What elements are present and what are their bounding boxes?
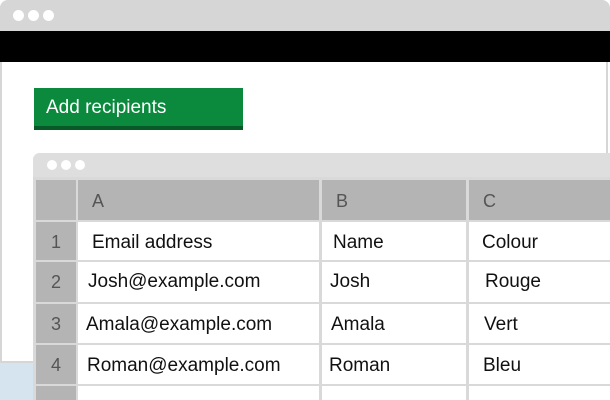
row-header-4[interactable]: 4 bbox=[36, 345, 76, 384]
column-header-c[interactable]: C bbox=[469, 180, 610, 220]
cell-a4[interactable]: Roman@example.com bbox=[78, 345, 319, 384]
illustration: Add recipients A B C 1 Email address Nam… bbox=[0, 0, 610, 400]
window-control-dot-icon[interactable] bbox=[47, 160, 57, 170]
add-recipients-button[interactable]: Add recipients bbox=[34, 88, 243, 130]
cell-c2[interactable]: Rouge bbox=[469, 262, 610, 302]
cell-c3[interactable]: Vert bbox=[469, 304, 610, 343]
cell-c4[interactable]: Bleu bbox=[469, 345, 610, 384]
browser-toolbar bbox=[0, 31, 610, 62]
spreadsheet-grid: A B C 1 Email address Name Colour 2 Josh… bbox=[33, 177, 610, 400]
select-all-corner[interactable] bbox=[36, 180, 76, 220]
row-header-1[interactable]: 1 bbox=[36, 222, 76, 260]
add-recipients-label: Add recipients bbox=[46, 97, 167, 118]
cell-b2[interactable]: Josh bbox=[322, 262, 466, 302]
window-control-dot-icon[interactable] bbox=[13, 10, 24, 21]
cell-a1[interactable]: Email address bbox=[78, 222, 319, 260]
browser-titlebar bbox=[0, 0, 610, 31]
column-header-b[interactable]: B bbox=[322, 180, 466, 220]
row-header-5[interactable] bbox=[36, 386, 76, 400]
window-control-dot-icon[interactable] bbox=[28, 10, 39, 21]
row-header-3[interactable]: 3 bbox=[36, 304, 76, 343]
cell-a5[interactable] bbox=[78, 386, 319, 400]
window-control-dot-icon[interactable] bbox=[61, 160, 71, 170]
cell-c1[interactable]: Colour bbox=[469, 222, 610, 260]
cell-a2[interactable]: Josh@example.com bbox=[78, 262, 319, 302]
column-header-a[interactable]: A bbox=[78, 180, 319, 220]
window-control-dot-icon[interactable] bbox=[75, 160, 85, 170]
cell-c5[interactable] bbox=[469, 386, 610, 400]
cell-b3[interactable]: Amala bbox=[322, 304, 466, 343]
cell-b4[interactable]: Roman bbox=[322, 345, 466, 384]
window-control-dot-icon[interactable] bbox=[43, 10, 54, 21]
cell-a3[interactable]: Amala@example.com bbox=[78, 304, 319, 343]
spreadsheet-titlebar bbox=[33, 153, 610, 177]
row-header-2[interactable]: 2 bbox=[36, 262, 76, 302]
cell-b1[interactable]: Name bbox=[322, 222, 466, 260]
spreadsheet-window: A B C 1 Email address Name Colour 2 Josh… bbox=[33, 153, 610, 400]
cell-b5[interactable] bbox=[322, 386, 466, 400]
